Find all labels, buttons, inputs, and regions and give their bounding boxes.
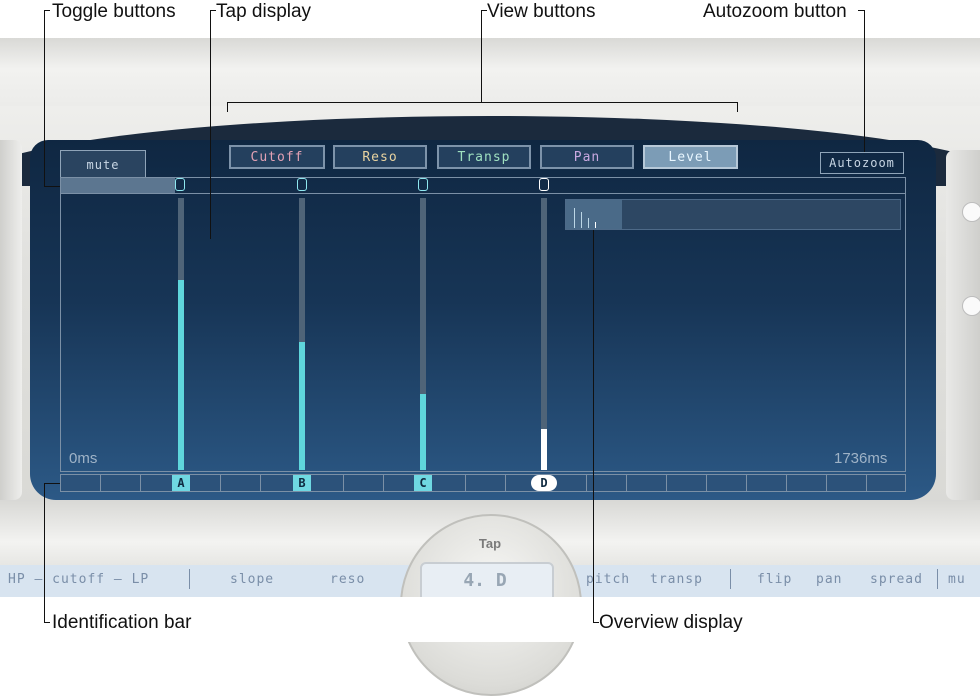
callout-line [44,10,50,11]
time-start-label: 0ms [69,450,98,467]
callout-line [44,483,60,484]
callout-view-buttons: View buttons [487,1,596,22]
id-bar-grid-line [140,475,141,491]
id-bar-grid-line [100,475,101,491]
callout-line [44,10,45,187]
id-bar-grid-line [343,475,344,491]
slope-label: slope [230,572,275,587]
autozoom-button[interactable]: Autozoom [820,152,904,174]
id-bar-grid-line [746,475,747,491]
callout-bracket [737,102,738,112]
time-end-label: 1736ms [834,450,888,467]
callout-line [593,230,594,622]
id-bar-grid-line [505,475,506,491]
left-side-panel [0,140,22,500]
tap-id-d[interactable]: D [531,475,557,491]
id-bar-grid-line [220,475,221,491]
callout-line [44,483,45,622]
id-bar-grid-line [586,475,587,491]
tap-level-bar-d[interactable] [541,429,547,470]
id-bar-grid-line [826,475,827,491]
separator [730,569,731,589]
toggle-button-b[interactable] [297,178,307,191]
view-button-transp[interactable]: Transp [437,145,531,169]
tap-title: Tap [478,536,502,551]
mute-toggle-fill [61,178,175,193]
callout-overview-display: Overview display [599,612,743,633]
overview-tap-mark [574,208,575,228]
id-bar-grid-line [383,475,384,491]
tap-level-bar-b[interactable] [299,342,305,470]
toggle-button-a[interactable] [175,178,185,191]
callout-toggle-buttons: Toggle buttons [52,1,176,22]
callout-identification-bar: Identification bar [52,612,192,633]
id-bar-grid-line [866,475,867,491]
overview-tap-mark [581,212,582,228]
callout-bracket [227,102,738,103]
tap-id-c[interactable]: C [414,475,432,491]
right-knob-icon[interactable] [962,202,980,222]
separator [189,569,190,589]
tap-id-a[interactable]: A [172,475,190,491]
callout-line [864,10,865,152]
callout-line [44,186,60,187]
pan-label: pan [816,572,843,587]
toggle-button-d[interactable] [539,178,549,191]
id-bar-grid-line [260,475,261,491]
overview-tap-mark [595,222,596,228]
id-bar-grid-line [706,475,707,491]
overview-tap-mark [588,218,589,228]
view-button-level[interactable]: Level [643,145,738,169]
right-knob-icon[interactable] [962,296,980,316]
transp-label: transp [650,572,703,587]
reso-label: reso [330,572,366,587]
mute-label: mu [948,572,966,587]
view-button-cutoff[interactable]: Cutoff [229,145,325,169]
id-bar-grid-line [465,475,466,491]
spread-label: spread [870,572,923,587]
callout-tap-display: Tap display [216,1,312,22]
tap-level-bar-c[interactable] [420,394,426,470]
mute-tab[interactable]: mute [60,150,146,178]
toggle-row [60,177,906,194]
view-button-reso[interactable]: Reso [333,145,427,169]
callout-bracket [227,102,228,112]
callout-line [858,10,864,11]
device-top-bezel [0,38,980,106]
id-bar-grid-line [626,475,627,491]
tap-display[interactable] [60,194,906,472]
callout-line [44,622,50,623]
right-side-panel [946,150,980,500]
tap-level-bar-a[interactable] [178,280,184,470]
id-bar-grid-line [786,475,787,491]
callout-line [210,10,211,239]
callout-line [210,10,216,11]
toggle-button-c[interactable] [418,178,428,191]
callout-line [481,10,482,102]
separator [937,569,938,589]
flip-label: flip [757,572,793,587]
tap-id-b[interactable]: B [293,475,311,491]
callout-line [481,10,487,11]
callout-line [593,622,599,623]
tap-selector-value: 4. D [463,570,507,591]
cutoff-label: HP – cutoff – LP [8,572,150,587]
callout-autozoom-button: Autozoom button [703,1,847,22]
id-bar-grid-line [666,475,667,491]
view-button-pan[interactable]: Pan [540,145,634,169]
